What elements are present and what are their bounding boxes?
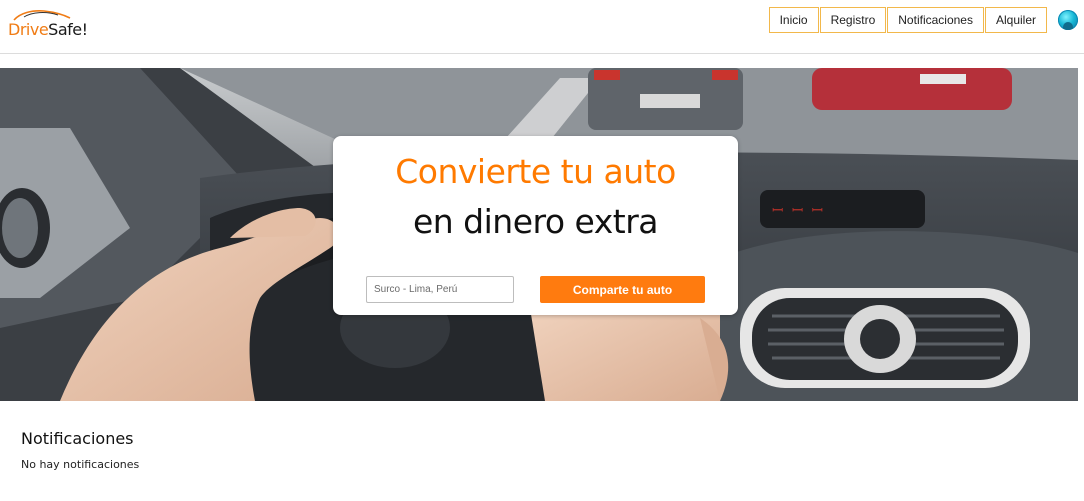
notifications-title: Notificaciones [21,429,134,448]
hero-headline-black: en dinero extra [412,202,659,241]
nav-inicio[interactable]: Inicio [768,7,819,33]
main-nav: Inicio Registro Notificaciones Alquiler [768,7,1047,33]
nav-notificaciones[interactable]: Notificaciones [887,7,984,33]
logo-drive: Drive [8,20,49,39]
drivesafe-logo[interactable]: DriveSafe! [8,8,88,42]
notifications-empty-text: No hay notificaciones [21,458,140,471]
hero-headline-orange: Convierte tu auto [395,152,676,191]
share-car-button[interactable]: Comparte tu auto [540,276,705,303]
logo-safe: Safe! [48,20,88,39]
logo-wordmark: DriveSafe! [8,20,88,39]
nav-alquiler[interactable]: Alquiler [984,7,1047,33]
hero-banner: ꟷ ꟷ ꟷ Convierte tu auto en dinero extra … [0,68,1078,401]
svg-text:ꟷ ꟷ ꟷ: ꟷ ꟷ ꟷ [772,203,823,219]
top-header: DriveSafe! Inicio Registro Notificacione… [0,0,1084,54]
hero-card: Convierte tu auto en dinero extra Compar… [333,136,738,315]
location-input[interactable] [366,276,514,303]
user-avatar-icon[interactable] [1058,10,1078,30]
nav-registro[interactable]: Registro [819,7,887,33]
